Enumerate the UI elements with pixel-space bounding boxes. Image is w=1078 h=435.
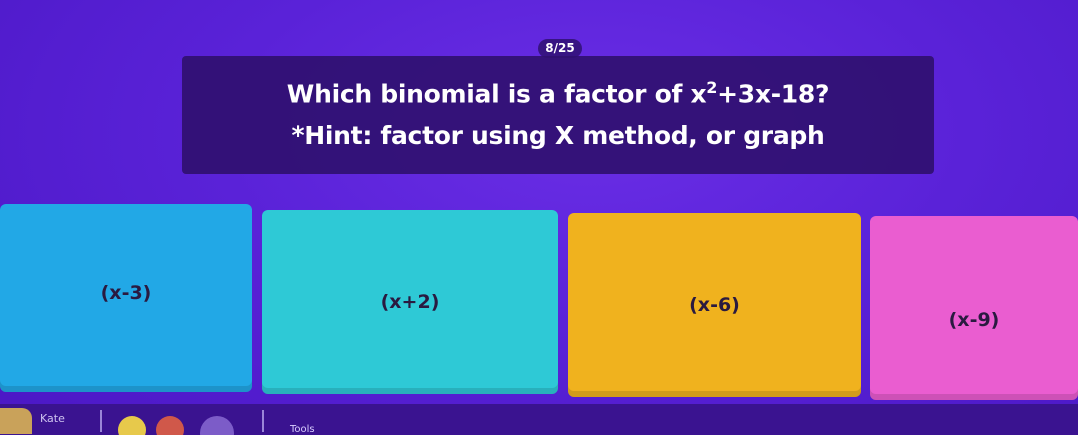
question-panel: Which binomial is a factor of x2+3x-18? … [182,56,934,174]
tools-button[interactable]: Tools [290,424,315,435]
answer-option-4-label: (x-9) [948,309,1000,331]
answer-option-2[interactable]: (x+2) [262,210,558,394]
toolbar-divider [262,410,264,432]
expression-base: x [690,79,707,109]
quiz-screen: 8/25 Which binomial is a factor of x2+3x… [0,0,1078,435]
toolbar-divider [100,410,102,432]
answer-option-3[interactable]: (x-6) [568,213,861,397]
expression-rest: +3x-18? [717,79,830,109]
player-avatar [0,408,32,434]
question-text: Which binomial is a factor of x2+3x-18? [182,78,934,108]
answer-option-1-label: (x-3) [100,282,152,304]
answer-option-1[interactable]: (x-3) [0,204,252,392]
question-hint: *Hint: factor using X method, or graph [291,121,825,150]
answer-option-3-label: (x-6) [689,294,740,316]
answer-option-2-label: (x+2) [380,291,440,313]
question-prefix: Which binomial is a factor of [286,79,691,109]
expression-exponent: 2 [706,78,718,97]
answer-option-4[interactable]: (x-9) [870,216,1078,400]
player-name: Kate [40,412,65,425]
